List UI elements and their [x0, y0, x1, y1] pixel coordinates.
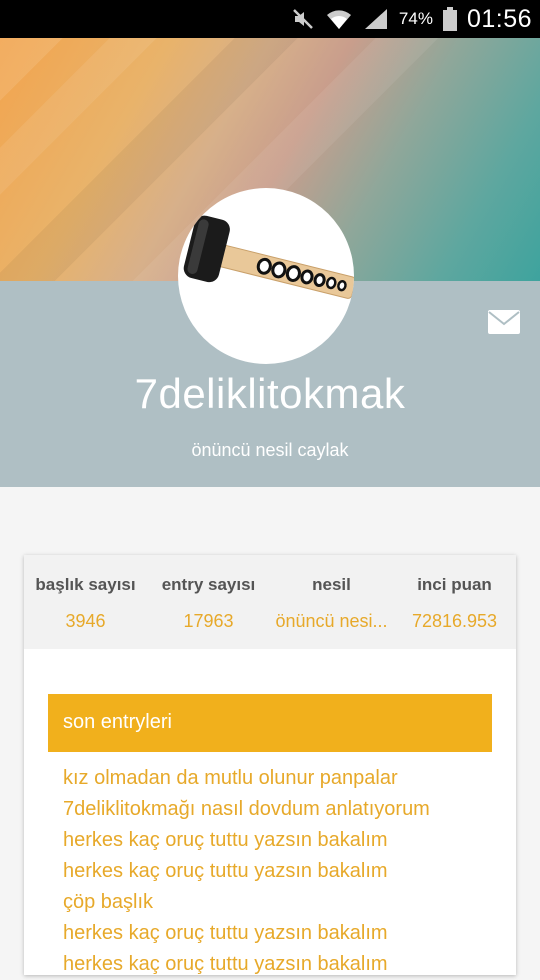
send-message-button[interactable] [488, 310, 520, 334]
mallet-icon [183, 215, 354, 299]
avatar[interactable] [178, 188, 354, 364]
stat-entry-count: entry sayısı 17963 [147, 555, 270, 649]
stat-value: 72816.953 [411, 611, 498, 631]
user-rank: önüncü nesil caylak [191, 440, 349, 460]
signal-icon [364, 9, 387, 29]
entry-link[interactable]: herkes kaç oruç tuttu yazsın bakalım [63, 918, 503, 949]
status-bar: 74% 01:56 [0, 0, 540, 38]
stat-label: entry sayısı [161, 575, 256, 594]
username: 7deliklitokmak [134, 370, 406, 417]
battery-percent: 74% [398, 9, 433, 28]
entry-link[interactable]: 7deliklitokmağı nasıl dovdum anlatıyorum [63, 794, 503, 825]
stat-label: nesil [312, 575, 351, 594]
stat-value: 17963 [183, 611, 234, 631]
stat-value: 3946 [65, 611, 106, 631]
stat-value: önüncü nesi... [275, 611, 388, 631]
recent-entries-header: son entryleri [48, 694, 492, 752]
stat-label: inci puan [417, 575, 492, 594]
battery-icon [442, 7, 457, 31]
profile-card: başlık sayısı 3946 entry sayısı 17963 ne… [24, 555, 516, 975]
stat-generation: nesil önüncü nesi... [270, 555, 393, 649]
section-title: son entryleri [63, 711, 172, 733]
entry-link[interactable]: çöp başlık [63, 887, 503, 918]
status-icons: 74% 01:56 [291, 0, 532, 38]
stats-row: başlık sayısı 3946 entry sayısı 17963 ne… [24, 555, 516, 649]
stat-label: başlık sayısı [35, 575, 136, 594]
clock: 01:56 [466, 4, 532, 33]
entry-link[interactable]: herkes kaç oruç tuttu yazsın bakalım [63, 949, 503, 980]
envelope-icon [488, 310, 520, 334]
entry-link[interactable]: herkes kaç oruç tuttu yazsın bakalım [63, 856, 503, 887]
entry-link[interactable]: herkes kaç oruç tuttu yazsın bakalım [63, 825, 503, 856]
mute-icon [293, 9, 313, 29]
recent-entries-list: kız olmadan da mutlu olunur panpalar 7de… [63, 763, 503, 980]
stat-topic-count: başlık sayısı 3946 [24, 555, 147, 649]
entry-link[interactable]: kız olmadan da mutlu olunur panpalar [63, 763, 503, 794]
wifi-icon [326, 10, 351, 29]
stat-score: inci puan 72816.953 [393, 555, 516, 649]
